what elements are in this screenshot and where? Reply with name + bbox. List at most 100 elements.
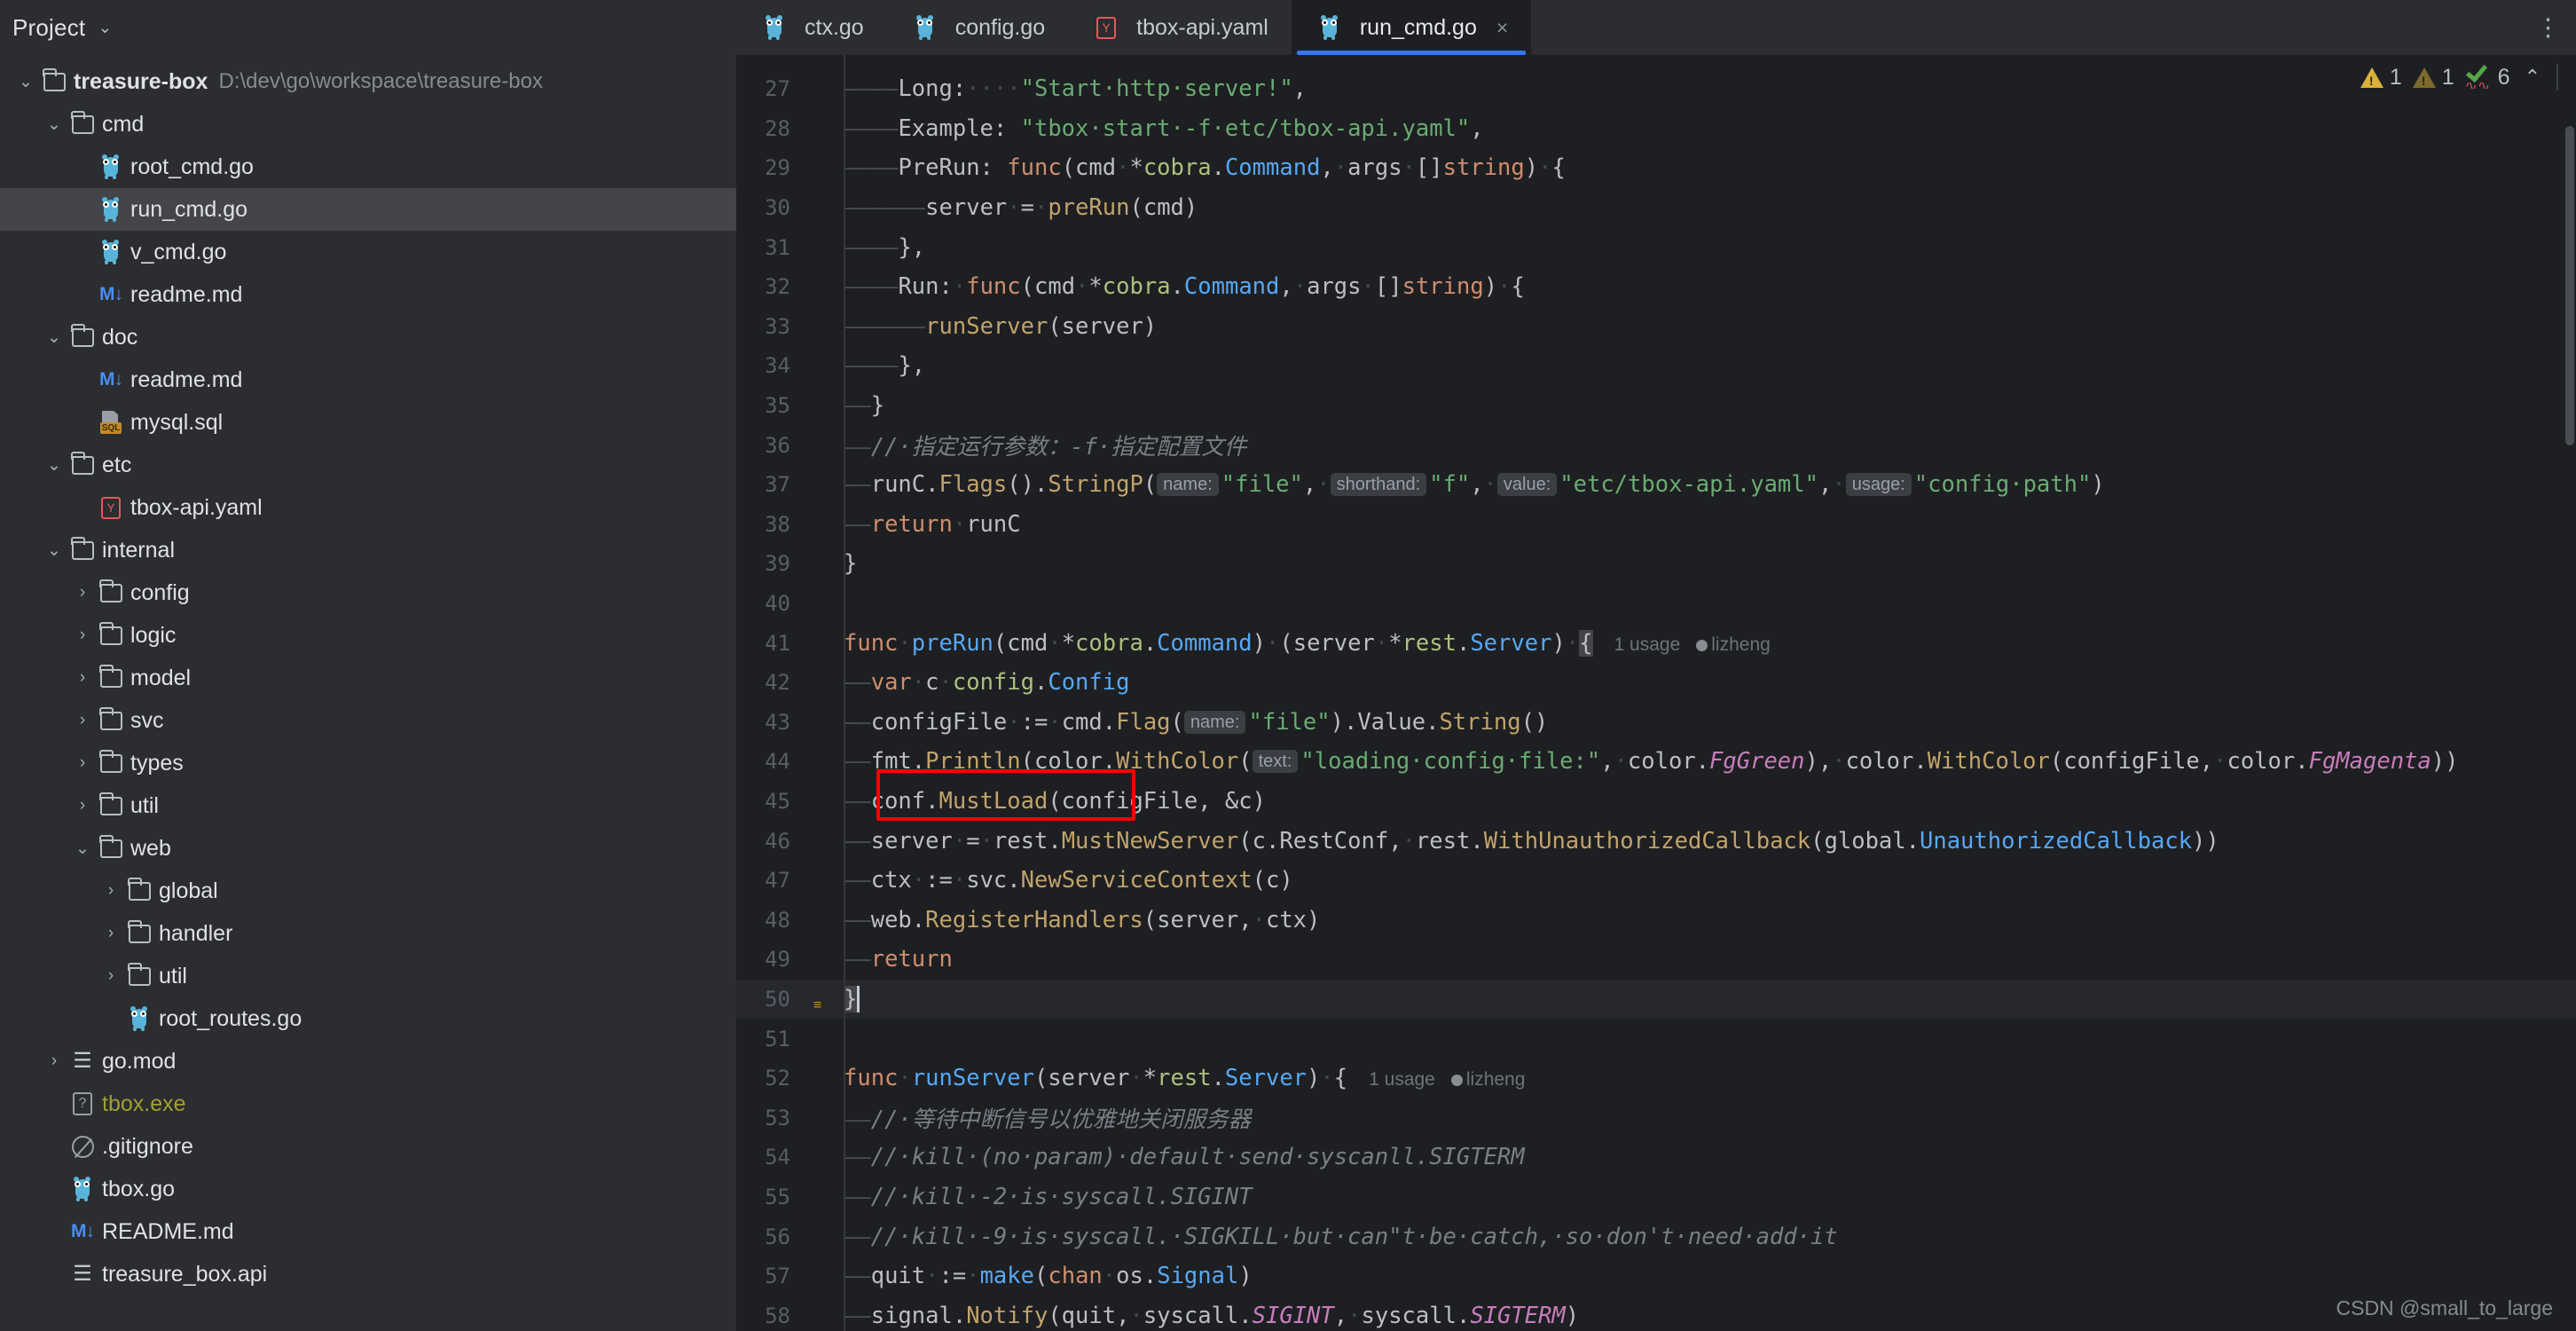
chevron-down-icon[interactable]: ⌄ bbox=[41, 540, 67, 561]
chevron-right-icon[interactable]: › bbox=[69, 668, 96, 688]
code-line-31[interactable]: 31 ————}, bbox=[736, 227, 2576, 267]
chevron-right-icon[interactable]: › bbox=[69, 583, 96, 602]
editor-tab-tbox-api-yaml[interactable]: Ytbox-api.yaml bbox=[1068, 0, 1292, 55]
code-line-28[interactable]: 28 ————Example: "tbox·start·-f·etc/tbox-a… bbox=[736, 109, 2576, 149]
code-text[interactable]: func·runServer(server·*rest.Server)·{1 u… bbox=[844, 1065, 1525, 1091]
tree-item-root-routes-go[interactable]: · root_routes.go bbox=[0, 997, 736, 1040]
code-line-56[interactable]: 56 ——//·kill·-9·is·syscall.·SIGKILL·but·c… bbox=[736, 1217, 2576, 1256]
tree-item-cmd[interactable]: ⌄ cmd bbox=[0, 103, 736, 146]
typo-indicator[interactable]: ∿∿ 6 bbox=[2465, 59, 2510, 91]
code-line-54[interactable]: 54 ——//·kill·(no·param)·default·send·sysc… bbox=[736, 1138, 2576, 1177]
code-line-49[interactable]: 49 ——return bbox=[736, 940, 2576, 980]
tree-item-tbox-exe[interactable]: ·?tbox.exe bbox=[0, 1083, 736, 1125]
code-line-35[interactable]: 35 ——} bbox=[736, 386, 2576, 426]
code-text[interactable]: ——ctx·:=·svc.NewServiceContext(c) bbox=[844, 867, 1293, 894]
tree-item-doc[interactable]: ⌄ doc bbox=[0, 316, 736, 358]
code-line-48[interactable]: 48 ——web.RegisterHandlers(server,·ctx) bbox=[736, 901, 2576, 941]
chevron-right-icon[interactable]: › bbox=[41, 1051, 67, 1071]
code-text[interactable]: ——fmt.Println(color.WithColor(text: "load… bbox=[844, 748, 2458, 775]
tree-item-global[interactable]: › global bbox=[0, 870, 736, 912]
code-line-45[interactable]: 45 ——conf.MustLoad(configFile, &c) bbox=[736, 782, 2576, 822]
code-line-57[interactable]: 57 ——quit·:=·make(chan·os.Signal) bbox=[736, 1256, 2576, 1296]
warning-indicator[interactable]: 1 bbox=[2360, 65, 2402, 91]
code-text[interactable]: ——runC.Flags().StringP(name: "file",· shor… bbox=[844, 471, 2105, 498]
editor-scrollbar-thumb[interactable] bbox=[2565, 126, 2574, 445]
code-text[interactable]: ————PreRun: func(cmd·*cobra.Command,·arg… bbox=[844, 154, 1566, 181]
tree-item-tbox-api-yaml[interactable]: ·Ytbox-api.yaml bbox=[0, 486, 736, 529]
code-line-52[interactable]: 52 func·runServer(server·*rest.Server)·{1… bbox=[736, 1059, 2576, 1099]
code-text[interactable]: ————}, bbox=[844, 234, 925, 261]
tree-item-readme-md[interactable]: ·M↓ readme.md bbox=[0, 273, 736, 316]
fold-marker-icon[interactable]: ≡ bbox=[813, 998, 831, 1012]
code-line-50[interactable]: 50 ≡} bbox=[736, 979, 2576, 1020]
tree-item-etc[interactable]: ⌄ etc bbox=[0, 444, 736, 486]
more-options-kebab-icon[interactable]: ⋮ bbox=[2536, 0, 2560, 55]
tree-item-logic[interactable]: › logic bbox=[0, 614, 736, 657]
code-text[interactable]: ——server·=·rest.MustNewServer(c.RestConf… bbox=[844, 828, 2219, 855]
code-text[interactable]: ——//·指定运行参数：-f·指定配置文件 bbox=[844, 429, 1246, 461]
code-line-34[interactable]: 34 ————}, bbox=[736, 346, 2576, 386]
code-line-29[interactable]: 29 ————PreRun: func(cmd·*cobra.Command,·a… bbox=[736, 148, 2576, 188]
code-line-36[interactable]: 36 ——//·指定运行参数：-f·指定配置文件 bbox=[736, 425, 2576, 465]
project-panel-header[interactable]: Project ⌄ bbox=[0, 0, 736, 55]
code-text[interactable]: ——————runServer(server) bbox=[844, 313, 1157, 340]
code-text[interactable]: ——//·kill·(no·param)·default·send·syscan… bbox=[844, 1144, 1525, 1170]
code-text[interactable]: ————Example: "tbox·start·-f·etc/tbox-api… bbox=[844, 115, 1484, 142]
code-line-44[interactable]: 44 ——fmt.Println(color.WithColor(text: "lo… bbox=[736, 742, 2576, 782]
tree-item-root-cmd-go[interactable]: · root_cmd.go bbox=[0, 146, 736, 188]
code-line-37[interactable]: 37 ——runC.Flags().StringP(name: "file",· sh… bbox=[736, 465, 2576, 505]
code-text[interactable]: } bbox=[844, 550, 857, 577]
editor-tab-ctx-go[interactable]: ctx.go bbox=[736, 0, 887, 55]
inspection-widget[interactable]: 1 1 ∿∿ 6 ⌃ bbox=[2360, 59, 2564, 91]
chevron-down-icon[interactable]: ⌄ bbox=[41, 327, 67, 348]
chevron-right-icon[interactable]: › bbox=[69, 753, 96, 773]
chevron-down-icon[interactable]: ⌄ bbox=[12, 72, 39, 92]
code-line-51[interactable]: 51 bbox=[736, 1019, 2576, 1059]
chevron-down-icon[interactable]: ⌄ bbox=[41, 455, 67, 476]
tree-item-readme-md[interactable]: ·M↓ readme.md bbox=[0, 358, 736, 401]
code-line-42[interactable]: 42 ——var·c·config.Config bbox=[736, 663, 2576, 703]
code-line-55[interactable]: 55 ——//·kill·-2·is·syscall.SIGINT bbox=[736, 1177, 2576, 1217]
code-text[interactable]: ——configFile·:=·cmd.Flag(name: "file").Va… bbox=[844, 709, 1548, 736]
code-text[interactable]: ——return bbox=[844, 946, 953, 973]
code-text[interactable]: ————Run:·func(cmd·*cobra.Command,·args·[… bbox=[844, 273, 1525, 300]
code-text[interactable]: ——var·c·config.Config bbox=[844, 669, 1129, 696]
code-line-58[interactable]: 58 ——signal.Notify(quit,·syscall.SIGINT,·… bbox=[736, 1296, 2576, 1331]
code-line-32[interactable]: 32 ————Run:·func(cmd·*cobra.Command,·args… bbox=[736, 267, 2576, 307]
code-line-43[interactable]: 43 ——configFile·:=·cmd.Flag(name: "file").… bbox=[736, 703, 2576, 743]
code-text[interactable]: ——//·kill·-9·is·syscall.·SIGKILL·but·can… bbox=[844, 1224, 1838, 1250]
code-text[interactable]: ——signal.Notify(quit,·syscall.SIGINT,·sy… bbox=[844, 1303, 1579, 1329]
tree-item-svc[interactable]: › svc bbox=[0, 699, 736, 742]
code-line-38[interactable]: 38 ——return·runC bbox=[736, 505, 2576, 545]
code-line-41[interactable]: 41 func·preRun(cmd·*cobra.Command)·(serve… bbox=[736, 623, 2576, 663]
code-text[interactable]: ——return·runC bbox=[844, 511, 1021, 538]
tree-item-mysql-sql[interactable]: ·SQLmysql.sql bbox=[0, 401, 736, 444]
tree-item-types[interactable]: › types bbox=[0, 742, 736, 784]
chevron-right-icon[interactable]: › bbox=[98, 966, 124, 986]
code-text[interactable]: ——//·kill·-2·is·syscall.SIGINT bbox=[844, 1184, 1253, 1210]
code-editor[interactable]: 1 1 ∿∿ 6 ⌃ 27————Long:····"Start·http·se… bbox=[736, 55, 2576, 1331]
chevron-down-icon[interactable]: ⌄ bbox=[98, 18, 112, 38]
chevron-down-icon[interactable]: ⌄ bbox=[69, 839, 96, 859]
chevron-down-icon[interactable]: ⌄ bbox=[41, 114, 67, 135]
tree-item-web[interactable]: ⌄ web bbox=[0, 827, 736, 870]
code-text[interactable]: ——//·等待中断信号以优雅地关闭服务器 bbox=[844, 1101, 1251, 1134]
code-text[interactable]: ————}, bbox=[844, 352, 925, 379]
tree-item-run-cmd-go[interactable]: · run_cmd.go bbox=[0, 188, 736, 231]
chevron-right-icon[interactable]: › bbox=[98, 881, 124, 901]
tree-item-go-mod[interactable]: › ☰ go.mod bbox=[0, 1040, 736, 1083]
tree-item-tbox-go[interactable]: · tbox.go bbox=[0, 1168, 736, 1210]
code-line-40[interactable]: 40 bbox=[736, 584, 2576, 624]
weak-warning-indicator[interactable]: 1 bbox=[2412, 65, 2454, 91]
code-text[interactable]: ————Long:····"Start·http·server!", bbox=[844, 75, 1307, 102]
code-line-30[interactable]: 30 ——————server·=·preRun(cmd) bbox=[736, 188, 2576, 228]
code-text[interactable]: ——quit·:=·make(chan·os.Signal) bbox=[844, 1263, 1253, 1289]
tree-item--gitignore[interactable]: · .gitignore bbox=[0, 1125, 736, 1168]
code-line-47[interactable]: 47 ——ctx·:=·svc.NewServiceContext(c) bbox=[736, 861, 2576, 901]
code-text[interactable]: ——web.RegisterHandlers(server,·ctx) bbox=[844, 907, 1320, 933]
tree-item-util[interactable]: › util bbox=[0, 955, 736, 997]
tree-item-readme-md[interactable]: ·M↓ README.md bbox=[0, 1210, 736, 1253]
editor-tab-run-cmd-go[interactable]: run_cmd.go × bbox=[1291, 0, 1532, 55]
code-line-46[interactable]: 46 ——server·=·rest.MustNewServer(c.RestCo… bbox=[736, 821, 2576, 861]
collapse-inspections-icon[interactable]: ⌃ bbox=[2525, 66, 2541, 89]
